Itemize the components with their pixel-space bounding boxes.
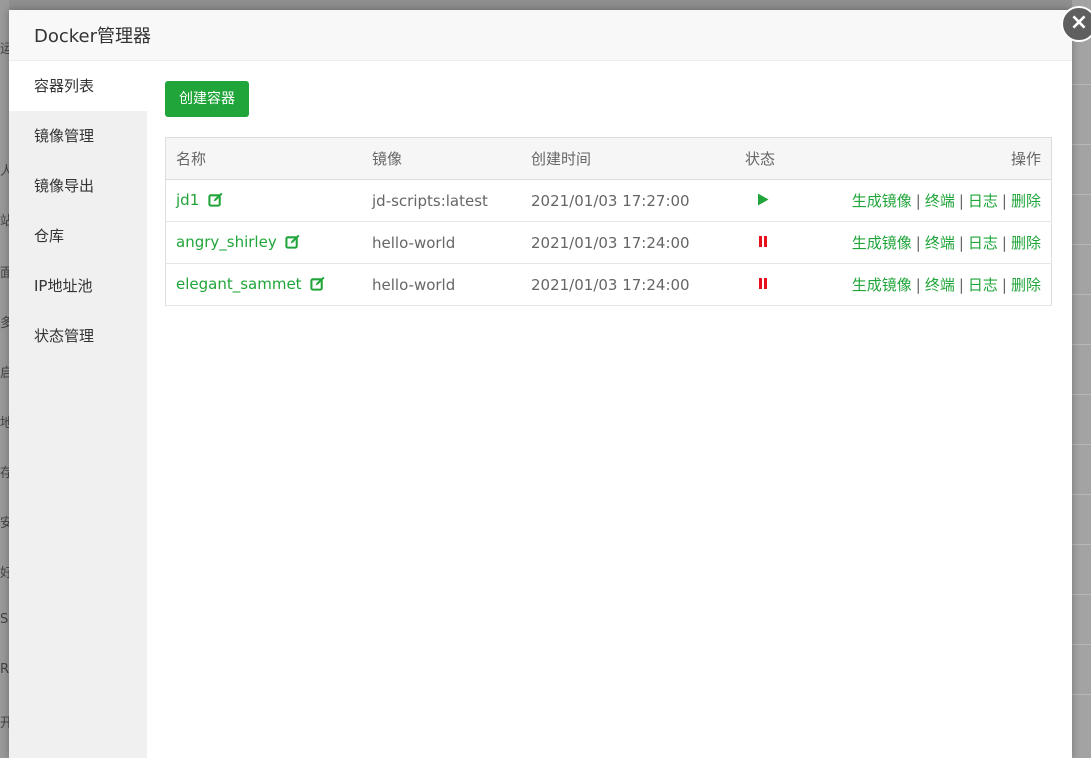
table-row: jd1 jd-scripts:latest 2021/01/03 17:27:0… <box>165 179 1052 222</box>
background-text: 运 <box>0 42 9 57</box>
pause-icon[interactable] <box>757 234 769 252</box>
ops-separator: | <box>958 276 964 294</box>
ops-cell: 生成镜像 | 终端 | 日志 | 删除 <box>815 263 1052 306</box>
sidebar-item-ip-pool[interactable]: IP地址池 <box>9 261 147 311</box>
image-cell: jd-scripts:latest <box>362 179 521 222</box>
background-text: 存 <box>0 466 9 481</box>
create-container-button[interactable]: 创建容器 <box>165 81 249 117</box>
terminal-link[interactable]: 终端 <box>925 276 955 294</box>
container-name-link[interactable]: angry_shirley <box>176 233 277 251</box>
ops-separator: | <box>958 234 964 252</box>
ops-separator: | <box>1001 234 1007 252</box>
background-text: 站 <box>0 214 9 229</box>
edit-icon[interactable] <box>310 276 325 295</box>
background-text: R <box>0 662 9 677</box>
background-page: 运 人 站 面 多 启 地 存 安 好 S R 开 <box>0 0 9 758</box>
ops-cell: 生成镜像 | 终端 | 日志 | 删除 <box>815 179 1052 222</box>
background-text: 好 <box>0 566 9 581</box>
container-name-cell: jd1 <box>165 179 362 222</box>
container-name-cell: angry_shirley <box>165 221 362 264</box>
container-name-link[interactable]: elegant_sammet <box>176 275 302 293</box>
status-cell <box>735 263 815 306</box>
make-image-link[interactable]: 生成镜像 <box>852 276 912 294</box>
status-cell <box>735 221 815 264</box>
background-text: 人 <box>0 164 9 179</box>
created-cell: 2021/01/03 17:24:00 <box>521 263 735 306</box>
image-cell: hello-world <box>362 263 521 306</box>
created-cell: 2021/01/03 17:24:00 <box>521 221 735 264</box>
dialog-title: Docker管理器 <box>34 26 152 47</box>
created-cell: 2021/01/03 17:27:00 <box>521 179 735 222</box>
terminal-link[interactable]: 终端 <box>925 234 955 252</box>
column-header-image: 镜像 <box>362 137 521 180</box>
background-text: S <box>0 612 9 627</box>
sidebar-item-image-management[interactable]: 镜像管理 <box>9 111 147 161</box>
table-header-row: 名称 镜像 创建时间 状态 操作 <box>165 137 1052 180</box>
container-name-link[interactable]: jd1 <box>176 191 199 209</box>
background-text: 开 <box>0 716 9 731</box>
background-text: 启 <box>0 366 9 381</box>
ops-separator: | <box>915 276 921 294</box>
delete-link[interactable]: 删除 <box>1011 192 1041 210</box>
column-header-status: 状态 <box>735 137 815 180</box>
background-text: 安 <box>0 516 9 531</box>
sidebar-item-status-management[interactable]: 状态管理 <box>9 311 147 361</box>
background-text: 面 <box>0 266 9 281</box>
edit-icon[interactable] <box>285 234 301 253</box>
ops-separator: | <box>915 234 921 252</box>
make-image-link[interactable]: 生成镜像 <box>852 192 912 210</box>
dialog-header: Docker管理器 <box>9 10 1072 61</box>
ops-separator: | <box>958 192 964 210</box>
delete-link[interactable]: 删除 <box>1011 276 1041 294</box>
column-header-ops: 操作 <box>815 137 1052 180</box>
column-header-created: 创建时间 <box>521 137 735 180</box>
ops-separator: | <box>1001 276 1007 294</box>
edit-icon[interactable] <box>208 192 223 211</box>
image-cell: hello-world <box>362 221 521 264</box>
background-text: 地 <box>0 416 9 431</box>
play-icon[interactable] <box>757 192 769 210</box>
background-text: 多 <box>0 316 9 331</box>
docker-manager-dialog: Docker管理器 × 容器列表 镜像管理 镜像导出 仓库 IP地址池 状态管理… <box>9 6 1091 758</box>
delete-link[interactable]: 删除 <box>1011 234 1041 252</box>
sidebar: 容器列表 镜像管理 镜像导出 仓库 IP地址池 状态管理 <box>9 61 147 758</box>
ops-separator: | <box>1001 192 1007 210</box>
table-row: angry_shirley hello-world 2021/01/03 17:… <box>165 221 1052 264</box>
log-link[interactable]: 日志 <box>968 234 998 252</box>
ops-separator: | <box>915 192 921 210</box>
sidebar-item-repository[interactable]: 仓库 <box>9 211 147 261</box>
close-icon[interactable]: × <box>1061 6 1091 42</box>
table-row: elegant_sammet hello-world 2021/01/03 17… <box>165 263 1052 306</box>
sidebar-item-container-list[interactable]: 容器列表 <box>9 61 147 111</box>
column-header-name: 名称 <box>165 137 362 180</box>
log-link[interactable]: 日志 <box>968 276 998 294</box>
container-name-cell: elegant_sammet <box>165 263 362 306</box>
background-page-right <box>1072 0 1091 758</box>
main-content: 创建容器 名称 镜像 创建时间 状态 操作 jd1 jd-scripts:lat… <box>165 81 1052 306</box>
sidebar-item-image-export[interactable]: 镜像导出 <box>9 161 147 211</box>
log-link[interactable]: 日志 <box>968 192 998 210</box>
container-table: 名称 镜像 创建时间 状态 操作 jd1 jd-scripts:latest 2… <box>165 137 1052 306</box>
ops-cell: 生成镜像 | 终端 | 日志 | 删除 <box>815 221 1052 264</box>
make-image-link[interactable]: 生成镜像 <box>852 234 912 252</box>
pause-icon[interactable] <box>757 276 769 294</box>
terminal-link[interactable]: 终端 <box>925 192 955 210</box>
status-cell <box>735 179 815 222</box>
